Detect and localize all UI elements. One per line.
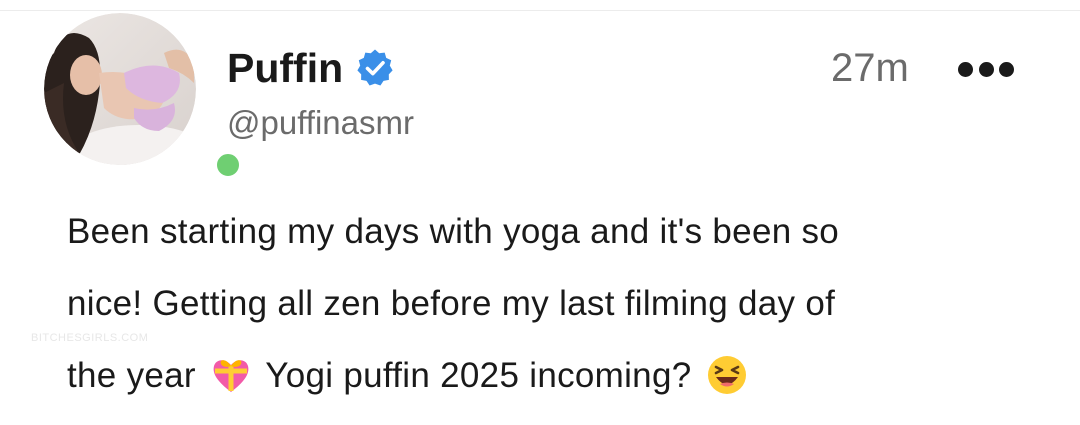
more-dot (958, 61, 973, 77)
name-row: Puffin (227, 42, 395, 94)
more-dot (978, 61, 994, 77)
post-body-text: Yogi puffin 2025 incoming? (255, 356, 702, 395)
watermark: BITCHESGIRLS.COM (31, 332, 149, 344)
post-timestamp: 27m (831, 46, 909, 90)
laughing-face-icon (707, 355, 746, 394)
gift-heart-icon (213, 359, 249, 392)
avatar[interactable] (44, 13, 243, 180)
post-body-text: the year (67, 356, 206, 395)
post-body: Been starting my days with yoga and it's… (67, 196, 1057, 412)
post-body-line-3: the year Yogi puffin 2025 incoming? (67, 340, 1057, 412)
verified-badge-icon (357, 49, 393, 86)
post-card: Puffin @puffinasmr 27m Been starting my … (0, 0, 1080, 425)
avatar-image (44, 13, 196, 165)
post-body-line: Been starting my days with yoga and it's… (67, 212, 840, 251)
more-dot (999, 61, 1014, 77)
online-status-dot (213, 150, 243, 180)
post-body-line: nice! Getting all zen before my last fil… (67, 284, 836, 323)
more-options-icon[interactable] (958, 58, 1014, 80)
user-handle[interactable]: @puffinasmr (227, 104, 414, 142)
display-name[interactable]: Puffin (227, 45, 343, 92)
